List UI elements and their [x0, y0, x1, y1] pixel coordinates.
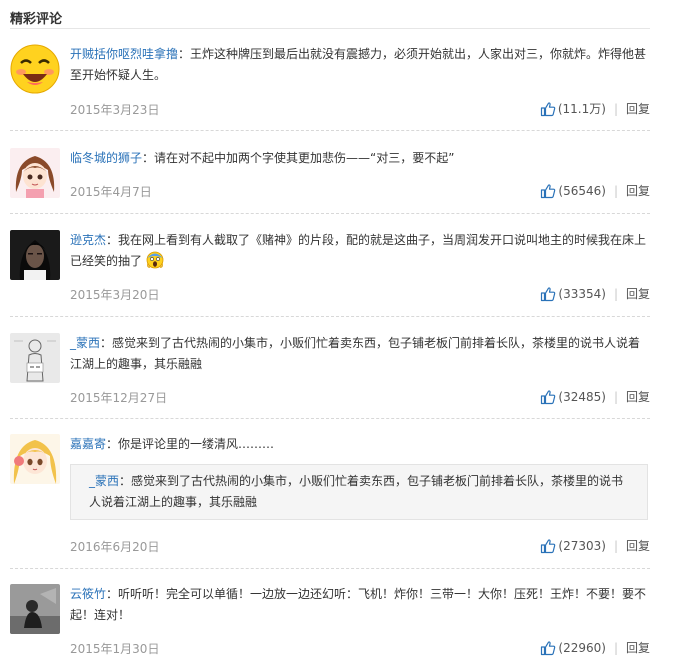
comment-actions: (33354) | 回复: [540, 285, 650, 302]
comment-date: 2015年1月30日: [70, 642, 160, 656]
comment-text: ：请在对不起中加两个字使其更加悲伤——“对三，要不起”: [142, 151, 455, 165]
quoted-username[interactable]: _蒙西: [89, 474, 119, 488]
comment-actions: (27303) | 回复: [540, 537, 650, 554]
comment-item: _蒙西：感觉来到了古代热闹的小集市，小贩们忙着卖东西，包子铺老板门前排着长队，茶…: [10, 333, 650, 413]
comment-body: 开贼括你呕烈哇拿撸：王炸这种牌压到最后出就没有震撼力，必须开始就出，人家出对三，…: [70, 44, 650, 86]
like-button[interactable]: (27303): [540, 538, 606, 554]
comment-body: 嘉嘉寄：你是评论里的一缕清风………: [70, 434, 650, 455]
comment-date: 2015年4月7日: [70, 185, 152, 199]
reply-link[interactable]: 回复: [626, 639, 650, 656]
gray-photo-icon: [10, 584, 60, 634]
reply-link[interactable]: 回复: [626, 182, 650, 199]
quoted-text: ：感觉来到了古代热闹的小集市，小贩们忙着卖东西，包子铺老板门前排着长队，茶楼里的…: [89, 474, 624, 509]
like-count: (27303): [558, 538, 606, 553]
avatar[interactable]: [10, 584, 60, 634]
comment-date: 2016年6月20日: [70, 540, 160, 554]
screaming-face-icon: [146, 251, 164, 269]
sketch-figure-icon: [10, 333, 60, 383]
comment-username[interactable]: 逊克杰: [70, 233, 106, 247]
action-separator: |: [613, 101, 618, 116]
comment-body: 云筱竹：听听听！完全可以单循！一边放一边还幻听：飞机！炸你！三带一！大你！压死！…: [70, 584, 650, 626]
action-separator: |: [613, 286, 618, 301]
thumbs-up-icon: [541, 389, 556, 404]
smiley-face-icon: [10, 44, 60, 94]
comment-body: _蒙西：感觉来到了古代热闹的小集市，小贩们忙着卖东西，包子铺老板门前排着长队，茶…: [70, 333, 650, 375]
comment-username[interactable]: 云筱竹: [70, 587, 106, 601]
comment-actions: (56546) | 回复: [540, 182, 650, 199]
comments-section: 精彩评论 开贼括你呕烈哇拿撸：王炸这种牌压到最后出就没有震撼力，必须开始就出，人…: [0, 0, 680, 666]
comment-username[interactable]: 开贼括你呕烈哇拿撸: [70, 47, 178, 61]
comment-body: 临冬城的狮子：请在对不起中加两个字使其更加悲伤——“对三，要不起”: [70, 148, 650, 169]
action-separator: |: [613, 389, 618, 404]
comment-text: ：感觉来到了古代热闹的小集市，小贩们忙着卖东西，包子铺老板门前排着长队，茶楼里的…: [70, 336, 641, 371]
comment-text: ：听听听！完全可以单循！一边放一边还幻听：飞机！炸你！三带一！大你！压死！王炸！…: [70, 587, 647, 622]
comment-divider: [10, 316, 650, 317]
reply-link[interactable]: 回复: [626, 100, 650, 117]
comment-date: 2015年3月20日: [70, 288, 160, 302]
reply-link[interactable]: 回复: [626, 537, 650, 554]
action-separator: |: [613, 640, 618, 655]
reply-link[interactable]: 回复: [626, 388, 650, 405]
like-button[interactable]: (33354): [540, 286, 606, 302]
section-header: 精彩评论: [10, 0, 650, 29]
like-count: (22960): [558, 640, 606, 655]
comment-item: 逊克杰：我在网上看到有人截取了《赌神》的片段，配的就是这曲子，当周润发开口说叫地…: [10, 230, 650, 310]
avatar[interactable]: [10, 333, 60, 383]
comment-item: 云筱竹：听听听！完全可以单循！一边放一边还幻听：飞机！炸你！三带一！大你！压死！…: [10, 584, 650, 664]
like-count: (56546): [558, 183, 606, 198]
anime-girl-icon: [10, 434, 60, 484]
comment-username[interactable]: 嘉嘉寄: [70, 437, 106, 451]
like-count: (11.1万): [557, 102, 606, 116]
comment-username[interactable]: 临冬城的狮子: [70, 151, 142, 165]
quoted-comment: _蒙西：感觉来到了古代热闹的小集市，小贩们忙着卖东西，包子铺老板门前排着长队，茶…: [70, 464, 648, 520]
comment-actions: (32485) | 回复: [540, 388, 650, 405]
comment-actions: (22960) | 回复: [540, 639, 650, 656]
thumbs-up-icon: [541, 538, 556, 553]
comment-divider: [10, 213, 650, 214]
avatar[interactable]: [10, 434, 60, 484]
comment-date: 2015年12月27日: [70, 391, 168, 405]
thumbs-up-icon: [541, 286, 556, 301]
comment-item: 开贼括你呕烈哇拿撸：王炸这种牌压到最后出就没有震撼力，必须开始就出，人家出对三，…: [10, 44, 650, 124]
anime-girl-icon: [10, 148, 60, 198]
comment-text: ：你是评论里的一缕清风………: [106, 437, 275, 451]
like-count: (32485): [558, 389, 606, 404]
section-title: 精彩评论: [10, 12, 63, 27]
comment-username[interactable]: _蒙西: [70, 336, 100, 350]
thumbs-up-icon: [541, 183, 556, 198]
comment-actions: (11.1万) | 回复: [540, 100, 650, 117]
like-count: (33354): [558, 286, 606, 301]
reply-link[interactable]: 回复: [626, 285, 650, 302]
comment-divider: [10, 130, 650, 131]
avatar[interactable]: [10, 230, 60, 280]
avatar[interactable]: [10, 44, 60, 94]
thumbs-up-icon: [541, 640, 556, 655]
action-separator: |: [613, 183, 618, 198]
comment-item: 嘉嘉寄：你是评论里的一缕清风……… _蒙西：感觉来到了古代热闹的小集市，小贩们忙…: [10, 434, 650, 564]
dark-portrait-icon: [10, 230, 60, 280]
like-button[interactable]: (11.1万): [540, 100, 606, 117]
action-separator: |: [613, 538, 618, 553]
comment-item: 临冬城的狮子：请在对不起中加两个字使其更加悲伤——“对三，要不起” 2015年4…: [10, 148, 650, 208]
comment-date: 2015年3月23日: [70, 103, 160, 117]
comment-divider: [10, 568, 650, 569]
comment-divider: [10, 418, 650, 419]
avatar[interactable]: [10, 148, 60, 198]
like-button[interactable]: (32485): [540, 389, 606, 405]
comment-body: 逊克杰：我在网上看到有人截取了《赌神》的片段，配的就是这曲子，当周润发开口说叫地…: [70, 230, 650, 272]
like-button[interactable]: (56546): [540, 183, 606, 199]
like-button[interactable]: (22960): [540, 640, 606, 656]
thumbs-up-icon: [540, 101, 556, 116]
